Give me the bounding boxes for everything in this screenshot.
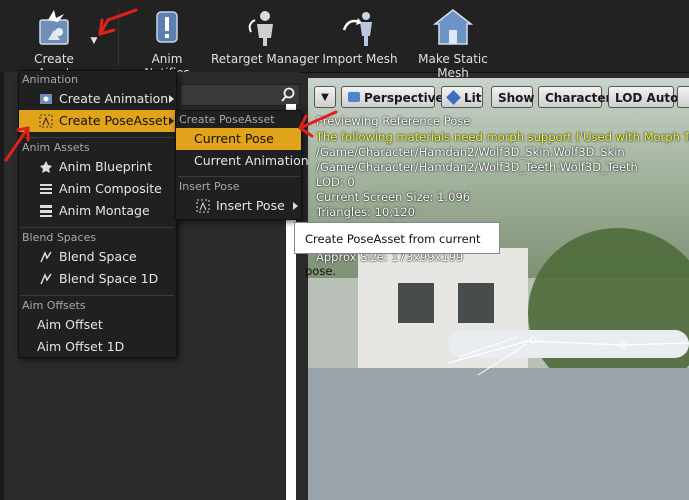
blend-space-1d-icon	[40, 273, 52, 285]
character-label: Character	[545, 91, 612, 105]
current-pose-label: Current Pose	[194, 131, 274, 146]
viewport-window	[458, 283, 494, 323]
menu-separator	[21, 295, 174, 296]
viewport-extra-button[interactable]	[677, 86, 689, 108]
make-static-mesh-button[interactable]: Make Static Mesh	[402, 8, 504, 80]
menu-item-current-pose[interactable]: Current Pose	[176, 128, 301, 150]
aim-offset-1d-label: Aim Offset 1D	[37, 339, 125, 354]
lit-label: Lit	[464, 91, 482, 105]
blend-space-label: Blend Space	[59, 249, 137, 264]
current-animation-label: Current Animation	[194, 153, 309, 168]
menu-item-current-animation[interactable]: Current Animation	[176, 150, 309, 172]
make-static-mesh-icon	[432, 8, 474, 48]
menu-item-blend-space[interactable]: Blend Space	[19, 246, 176, 268]
menu-item-insert-pose[interactable]: Insert Pose	[176, 195, 301, 217]
show-label: Show	[498, 91, 535, 105]
lod-label: LOD Auto	[615, 91, 679, 105]
triangles-readout: Triangles: 10,120	[316, 205, 415, 219]
create-poseasset-icon	[39, 114, 53, 128]
create-poseasset-submenu: Create PoseAsset Current Pose Current An…	[175, 110, 309, 220]
lit-button[interactable]: Lit	[441, 86, 483, 108]
material-path: /Game/Character/Hamdan2/Wolf3D_Skin.Wolf…	[316, 145, 625, 159]
submenu-arrow-icon	[293, 202, 298, 210]
create-poseasset-label: Create PoseAsset	[59, 113, 168, 128]
annotation-arrow-icon	[4, 126, 30, 162]
viewport-floor	[308, 368, 689, 500]
menu-section-aim-offsets: Aim Offsets	[22, 299, 86, 312]
create-asset-icon	[34, 8, 74, 48]
menu-separator	[178, 176, 299, 177]
retarget-manager-button[interactable]: Retarget Manager	[210, 8, 320, 66]
import-mesh-button[interactable]: Import Mesh	[322, 8, 398, 66]
submenu-section-create: Create PoseAsset	[179, 113, 275, 126]
menu-item-create-poseasset[interactable]: Create PoseAsset	[19, 110, 176, 132]
lit-icon	[446, 90, 461, 105]
insert-pose-label: Insert Pose	[216, 198, 285, 213]
anim-montage-icon	[40, 205, 52, 217]
submenu-section-insert: Insert Pose	[179, 180, 240, 193]
create-animation-icon	[40, 94, 52, 104]
anim-composite-label: Anim Composite	[59, 181, 162, 196]
anim-composite-icon	[40, 184, 52, 194]
search-input[interactable]	[180, 84, 300, 106]
menu-item-aim-offset-1d[interactable]: Aim Offset 1D	[19, 336, 176, 358]
viewport-options-button[interactable]: ▼	[314, 86, 336, 108]
screen-size-readout: Current Screen Size: 1.096	[316, 190, 471, 204]
menu-item-aim-offset[interactable]: Aim Offset	[19, 314, 176, 336]
menu-section-blend-spaces: Blend Spaces	[22, 231, 97, 244]
menu-item-create-animation[interactable]: Create Animation	[19, 88, 176, 110]
blend-space-1d-label: Blend Space 1D	[59, 271, 159, 286]
import-mesh-label: Import Mesh	[322, 52, 398, 66]
menu-section-animation: Animation	[22, 73, 79, 86]
import-mesh-icon	[340, 8, 380, 48]
perspective-icon	[348, 92, 360, 102]
viewport-window	[398, 283, 434, 323]
preview-viewport[interactable]: ▼ Perspective Lit Show Character LOD Aut…	[308, 78, 689, 500]
submenu-arrow-icon	[169, 95, 174, 103]
character-button[interactable]: Character	[538, 86, 611, 108]
submenu-arrow-icon	[169, 117, 174, 125]
skeleton-bones	[447, 336, 689, 376]
menu-item-anim-montage[interactable]: Anim Montage	[19, 200, 176, 222]
perspective-label: Perspective	[364, 91, 444, 105]
retarget-manager-icon	[245, 8, 285, 48]
menu-item-blend-space-1d[interactable]: Blend Space 1D	[19, 268, 176, 290]
lod-readout: LOD: 0	[316, 175, 355, 189]
anim-blueprint-icon	[40, 161, 52, 173]
retarget-manager-label: Retarget Manager	[210, 52, 320, 66]
annotation-arrow-icon	[298, 110, 338, 138]
morph-warning: The following materials need morph suppo…	[316, 130, 689, 144]
show-button[interactable]: Show	[491, 86, 535, 108]
lod-button[interactable]: LOD Auto	[608, 86, 678, 108]
aim-offset-label: Aim Offset	[37, 317, 103, 332]
anim-montage-label: Anim Montage	[59, 203, 150, 218]
menu-separator	[21, 227, 174, 228]
create-animation-label: Create Animation	[59, 91, 169, 106]
blend-space-icon	[40, 251, 52, 263]
annotation-arrow-icon	[98, 8, 138, 36]
search-icon	[281, 87, 295, 102]
anim-blueprint-label: Anim Blueprint	[59, 159, 153, 174]
make-static-mesh-label: Make Static Mesh	[418, 52, 488, 80]
menu-item-anim-composite[interactable]: Anim Composite	[19, 178, 176, 200]
anim-notifies-icon	[147, 8, 187, 48]
create-asset-menu: Animation Create Animation Create PoseAs…	[18, 70, 177, 358]
menu-separator	[21, 137, 174, 138]
insert-pose-icon	[196, 199, 210, 213]
menu-item-anim-blueprint[interactable]: Anim Blueprint	[19, 156, 176, 178]
perspective-button[interactable]: Perspective	[341, 86, 444, 108]
material-path: /Game/Character/Hamdan2/Wolf3D_Teeth.Wol…	[316, 160, 638, 174]
tooltip: Create PoseAsset from current pose.	[294, 222, 500, 278]
